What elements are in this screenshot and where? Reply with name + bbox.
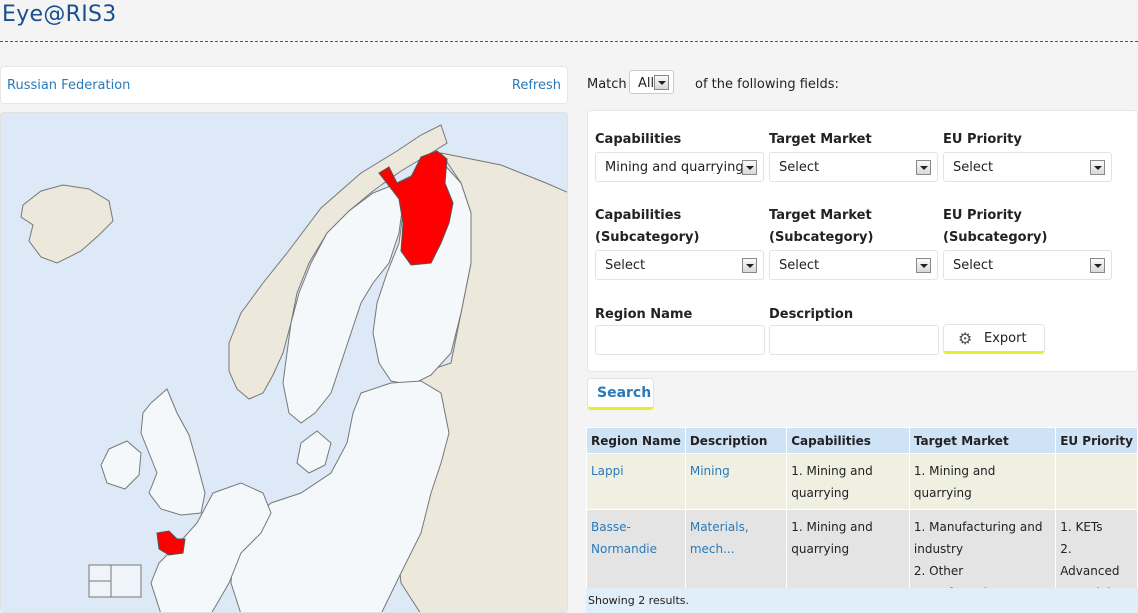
chevron-down-icon xyxy=(654,75,669,90)
cell-line: quarrying xyxy=(791,486,850,500)
region-name-input[interactable] xyxy=(595,325,765,355)
overseas-inset xyxy=(88,564,142,598)
match-select[interactable]: All xyxy=(629,70,674,94)
cell-line: Normandie xyxy=(591,542,658,556)
cell-line: 1. Mining and quarrying xyxy=(913,464,996,500)
region-name-label: Region Name xyxy=(595,307,693,322)
cell-line: 1. Mining and xyxy=(791,464,873,478)
results-status: Showing 2 results. xyxy=(586,588,1138,613)
eu-priority-select[interactable]: Select xyxy=(943,152,1112,182)
eu-priority-select-value: Select xyxy=(953,160,994,175)
eu-priority-sub-select-value: Select xyxy=(953,258,994,273)
eu-priority-sub-select[interactable]: Select xyxy=(943,250,1112,280)
cell-line: Materials, xyxy=(689,520,749,534)
results-grid: Region Name Description Capabilities Tar… xyxy=(586,427,1138,605)
capabilities-sub-label-line1: Capabilities xyxy=(595,208,682,223)
column-header[interactable]: Capabilities xyxy=(786,427,910,454)
cell-line: Basse- xyxy=(591,520,631,534)
match-select-value: All xyxy=(638,76,655,91)
export-button-label: Export xyxy=(984,331,1027,346)
target-market-sub-label-line2: (Subcategory) xyxy=(769,230,874,245)
cell-capabilities: 1. Mining and quarrying xyxy=(786,453,910,510)
top-bar: Eye@RIS3 xyxy=(0,0,1138,42)
chevron-down-icon xyxy=(1090,160,1105,175)
capabilities-label: Capabilities xyxy=(595,132,682,147)
region-map[interactable] xyxy=(0,112,568,613)
selected-region-label[interactable]: Russian Federation xyxy=(7,78,130,93)
search-button-label: Search xyxy=(597,385,652,401)
target-market-label: Target Market xyxy=(769,132,872,147)
match-suffix: of the following fields: xyxy=(695,77,839,92)
cell-region: Lappi xyxy=(586,453,686,510)
target-market-sub-select-value: Select xyxy=(779,258,820,273)
column-header[interactable]: EU Priority xyxy=(1055,427,1138,454)
target-market-select-value: Select xyxy=(779,160,820,175)
match-prefix: Match xyxy=(587,77,627,92)
cell-line: industry xyxy=(913,542,964,556)
cell-eu-priority xyxy=(1055,453,1138,510)
refresh-link[interactable]: Refresh xyxy=(512,78,561,93)
target-market-sub-label: Target Market (Subcategory) xyxy=(769,205,873,249)
chevron-down-icon xyxy=(1090,258,1105,273)
target-market-select[interactable]: Select xyxy=(769,152,938,182)
target-market-sub-label-line1: Target Market xyxy=(769,208,872,223)
filter-panel: Capabilities Target Market EU Priority M… xyxy=(587,110,1138,372)
cell-line: 1. KETs xyxy=(1060,520,1103,534)
gear-icon: ⚙ xyxy=(958,329,973,348)
cell-line: 1. Manufacturing and xyxy=(913,520,1043,534)
cell-description: Mining xyxy=(684,453,788,510)
search-button[interactable]: Search xyxy=(587,378,654,410)
export-button[interactable]: ⚙ Export xyxy=(943,324,1045,354)
results-table: Region Name Description Capabilities Tar… xyxy=(586,427,1138,613)
capabilities-select[interactable]: Mining and quarrying xyxy=(595,152,764,182)
cell-line: quarrying xyxy=(791,542,850,556)
column-header[interactable]: Description xyxy=(684,427,788,454)
capabilities-sub-select-value: Select xyxy=(605,258,646,273)
chevron-down-icon xyxy=(742,160,757,175)
chevron-down-icon xyxy=(916,160,931,175)
cell-line: 2. Advanced xyxy=(1060,542,1120,578)
eu-priority-label: EU Priority xyxy=(943,132,1022,147)
capabilities-sub-label-line2: (Subcategory) xyxy=(595,230,700,245)
region-link[interactable]: Basse- Normandie xyxy=(591,516,681,560)
chevron-down-icon xyxy=(742,258,757,273)
cell-line: mech... xyxy=(689,542,735,556)
description-input[interactable] xyxy=(769,325,939,355)
app-title: Eye@RIS3 xyxy=(2,2,117,27)
capabilities-sub-label: Capabilities (Subcategory) xyxy=(595,205,699,249)
table-header-row: Region Name Description Capabilities Tar… xyxy=(586,427,1138,454)
column-header[interactable]: Target Market xyxy=(908,427,1057,454)
description-link[interactable]: Mining xyxy=(690,464,730,478)
table-row[interactable]: Lappi Mining 1. Mining and quarrying 1. … xyxy=(586,453,1138,510)
description-label: Description xyxy=(769,307,854,322)
eu-priority-sub-label-line1: EU Priority xyxy=(943,208,1022,223)
eu-priority-sub-label-line2: (Subcategory) xyxy=(943,230,1048,245)
cell-line: 1. Mining and xyxy=(791,520,873,534)
capabilities-select-value: Mining and quarrying xyxy=(605,160,744,175)
map-canvas[interactable] xyxy=(1,113,568,613)
chevron-down-icon xyxy=(916,258,931,273)
region-bar: Russian Federation Refresh xyxy=(0,66,568,104)
column-header[interactable]: Region Name xyxy=(586,427,686,454)
description-link[interactable]: Materials, mech... xyxy=(690,516,782,560)
capabilities-sub-select[interactable]: Select xyxy=(595,250,764,280)
region-link[interactable]: Lappi xyxy=(591,464,624,478)
target-market-sub-select[interactable]: Select xyxy=(769,250,938,280)
cell-target-market: 1. Mining and quarrying xyxy=(908,453,1057,510)
eu-priority-sub-label: EU Priority (Subcategory) xyxy=(943,205,1047,249)
